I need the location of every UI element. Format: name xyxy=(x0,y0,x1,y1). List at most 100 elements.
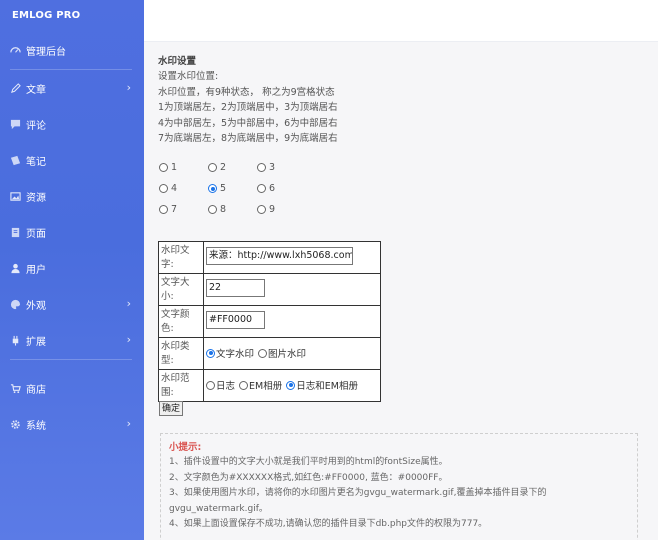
radio-label: 9 xyxy=(269,204,276,215)
chevron-right-icon: › xyxy=(126,333,131,346)
plugin-icon xyxy=(9,334,22,347)
sidebar-item-label: 扩展 xyxy=(26,336,46,348)
sidebar-item-articles[interactable]: 文章 › xyxy=(0,77,144,99)
radio-circle-checked xyxy=(286,380,296,390)
radio-circle xyxy=(208,205,217,214)
sidebar: EMLOG PRO 管理后台 文章 › 评论 笔记 资源 页面 用户 外观 › … xyxy=(0,0,144,540)
page-icon xyxy=(9,226,22,239)
description-line: 7为底端居左，8为底端居中，9为底端居右 xyxy=(158,133,338,144)
position-radio-3[interactable]: 3 xyxy=(257,162,275,173)
radio-label: 日志和EM相册 xyxy=(296,381,358,393)
font-color-input[interactable]: #FF0000 xyxy=(206,311,265,329)
radio-circle xyxy=(257,163,266,172)
sidebar-item-dashboard[interactable]: 管理后台 xyxy=(0,39,144,61)
type-cell: 文字水印 图片水印 xyxy=(203,337,381,370)
sidebar-item-label: 评论 xyxy=(26,120,46,132)
sidebar-item-pages[interactable]: 页面 xyxy=(0,221,144,243)
comment-icon xyxy=(9,118,22,131)
sidebar-item-store[interactable]: 商店 xyxy=(0,377,144,399)
radio-circle xyxy=(206,380,215,390)
text-cell: 来源：http://www.lxh5068.com/ xyxy=(203,241,381,274)
divider xyxy=(10,69,132,70)
sidebar-item-users[interactable]: 用户 xyxy=(0,257,144,279)
radio-circle xyxy=(208,163,217,172)
radio-label: 8 xyxy=(220,204,227,215)
tip-line: 1、插件设置中的文字大小就是我们平时用到的html的fontSize属性。 xyxy=(169,457,448,467)
sidebar-item-label: 页面 xyxy=(26,228,46,240)
tip-line: gvgu_watermark.gif。 xyxy=(169,503,268,514)
top-bar xyxy=(144,0,658,42)
tips-box: 小提示: 1、插件设置中的文字大小就是我们平时用到的html的fontSize属… xyxy=(160,433,638,540)
type-radio-text[interactable]: 文字水印 xyxy=(206,346,254,360)
description-line: 4为中部居左，5为中部居中，6为中部居右 xyxy=(158,117,338,129)
description-line: 水印位置，有9种状态， 称之为9宫格状态 xyxy=(158,86,335,98)
range-label: 水印范围: xyxy=(158,369,204,402)
position-radio-2[interactable]: 2 xyxy=(208,162,226,173)
radio-label: 2 xyxy=(220,162,227,173)
position-radio-6[interactable]: 6 xyxy=(257,183,275,194)
sidebar-item-appearance[interactable]: 外观 › xyxy=(0,293,144,315)
tip-line: 3、如果使用图片水印，请将你的水印图片更名为gvgu_watermark.gif… xyxy=(169,488,547,498)
sidebar-item-label: 文章 xyxy=(26,84,46,96)
radio-circle xyxy=(159,205,168,214)
color-cell: #FF0000 xyxy=(203,305,381,338)
sidebar-item-label: 笔记 xyxy=(26,156,46,168)
radio-circle xyxy=(257,184,266,193)
position-radio-7[interactable]: 7 xyxy=(159,204,177,215)
gear-icon xyxy=(9,418,22,431)
range-radio-album[interactable]: EM相册 xyxy=(239,378,282,392)
radio-label: 1 xyxy=(171,162,178,173)
pencil-icon xyxy=(9,82,22,95)
radio-circle xyxy=(258,348,268,358)
watermark-text-input[interactable]: 来源：http://www.lxh5068.com/ xyxy=(206,247,353,265)
range-radio-log[interactable]: 日志 xyxy=(206,378,235,392)
radio-label: 4 xyxy=(171,183,178,194)
color-label: 文字颜色: xyxy=(158,305,204,338)
type-radio-image[interactable]: 图片水印 xyxy=(258,346,306,360)
sidebar-item-resources[interactable]: 资源 xyxy=(0,185,144,207)
tip-line: 2、文字颜色为#XXXXXX格式,如红色:#FF0000, 蓝色：#0000FF… xyxy=(169,472,448,483)
radio-circle xyxy=(159,184,168,193)
sidebar-item-label: 管理后台 xyxy=(26,46,66,58)
sidebar-item-system[interactable]: 系统 › xyxy=(0,413,144,435)
main-content: 水印设置 设置水印位置: 水印位置，有9种状态， 称之为9宫格状态 1为顶端居左… xyxy=(158,54,648,540)
dashboard-icon xyxy=(9,44,22,57)
radio-circle-checked xyxy=(208,184,217,193)
radio-label: 图片水印 xyxy=(268,349,307,361)
chevron-right-icon: › xyxy=(126,297,131,310)
radio-label: 文字水印 xyxy=(216,349,255,361)
position-radio-4[interactable]: 4 xyxy=(159,183,177,194)
radio-circle xyxy=(239,380,249,390)
section-title: 水印设置 xyxy=(158,56,197,67)
description-line: 设置水印位置: xyxy=(158,71,219,82)
radio-label: 5 xyxy=(220,183,227,194)
font-size-input[interactable]: 22 xyxy=(206,279,265,297)
radio-label: 7 xyxy=(171,204,178,215)
sidebar-item-notes[interactable]: 笔记 xyxy=(0,149,144,171)
divider xyxy=(10,359,132,360)
type-label: 水印类型: xyxy=(158,337,204,370)
sidebar-item-label: 系统 xyxy=(26,420,46,432)
user-icon xyxy=(9,262,22,275)
range-radio-both[interactable]: 日志和EM相册 xyxy=(286,378,358,392)
chevron-right-icon: › xyxy=(126,81,131,94)
tips-title: 小提示: xyxy=(169,442,202,453)
submit-button[interactable]: 确定 xyxy=(159,401,184,416)
size-label: 文字大小: xyxy=(158,273,204,306)
radio-label: 日志 xyxy=(216,381,236,393)
range-cell: 日志 EM相册 日志和EM相册 xyxy=(203,369,381,402)
position-radio-5[interactable]: 5 xyxy=(208,183,226,194)
sidebar-item-comments[interactable]: 评论 xyxy=(0,113,144,135)
position-radio-1[interactable]: 1 xyxy=(159,162,177,173)
image-icon xyxy=(9,190,22,203)
position-radio-8[interactable]: 8 xyxy=(208,204,226,215)
radio-circle xyxy=(159,163,168,172)
sidebar-item-label: 外观 xyxy=(26,300,46,312)
brand-logo: EMLOG PRO xyxy=(12,10,81,21)
tip-line: 4、如果上面设置保存不成功,请确认您的插件目录下db.php文件的权限为777。 xyxy=(169,519,488,529)
palette-icon xyxy=(9,298,22,311)
cart-icon xyxy=(9,382,22,395)
position-radio-9[interactable]: 9 xyxy=(257,204,275,215)
radio-label: 3 xyxy=(269,162,276,173)
sidebar-item-extensions[interactable]: 扩展 › xyxy=(0,329,144,351)
